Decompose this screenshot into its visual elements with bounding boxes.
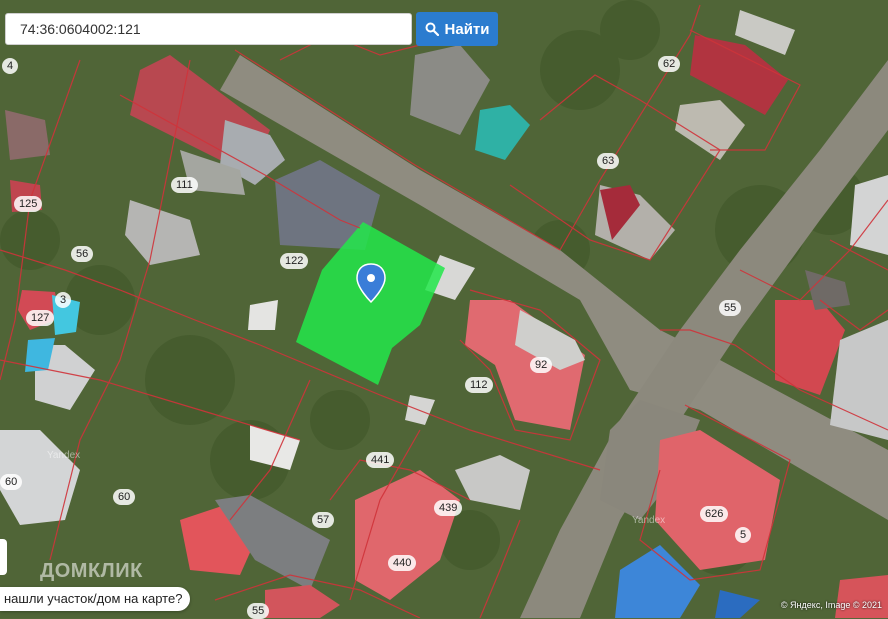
domclick-watermark: ДОМКЛИК [40, 560, 143, 582]
parcel-label: 440 [388, 555, 417, 571]
parcel-label: 60 [0, 474, 23, 490]
side-panel-toggle[interactable] [0, 539, 7, 575]
parcel-label: 62 [658, 56, 681, 72]
search-input[interactable] [6, 14, 411, 44]
parcel-label: 57 [312, 512, 335, 528]
find-button-label: Найти [444, 20, 490, 38]
parcel-label: 626 [700, 506, 729, 522]
parcel-label: 92 [530, 357, 553, 373]
parcel-label: 127 [26, 310, 55, 326]
parcel-label: 125 [14, 196, 43, 212]
map-attribution: © Яндекс, Image © 2021 [780, 600, 882, 610]
yandex-watermark: Yandex [632, 515, 666, 526]
parcel-label: 56 [71, 246, 94, 262]
parcel-label: 441 [366, 452, 395, 468]
parcel-label: 111 [171, 177, 198, 193]
parcel-label: 55 [719, 300, 742, 316]
find-button[interactable]: Найти [416, 12, 498, 46]
parcel-label: 60 [113, 489, 136, 505]
yandex-watermark: Yandex [47, 450, 81, 461]
cadastral-search-box[interactable] [5, 13, 412, 45]
parcel-label: 3 [55, 292, 72, 308]
satellite-map[interactable] [0, 0, 888, 618]
parcel-label: 55 [247, 603, 270, 619]
feedback-hint-button[interactable]: нашли участок/дом на карте? [0, 587, 191, 611]
parcel-label: 112 [465, 377, 493, 393]
parcel-label: 5 [735, 527, 752, 543]
search-icon [425, 22, 439, 36]
parcel-label: 439 [434, 500, 463, 516]
parcel-label: 4 [2, 58, 19, 74]
parcel-label: 122 [280, 253, 309, 269]
parcel-label: 63 [597, 153, 620, 169]
